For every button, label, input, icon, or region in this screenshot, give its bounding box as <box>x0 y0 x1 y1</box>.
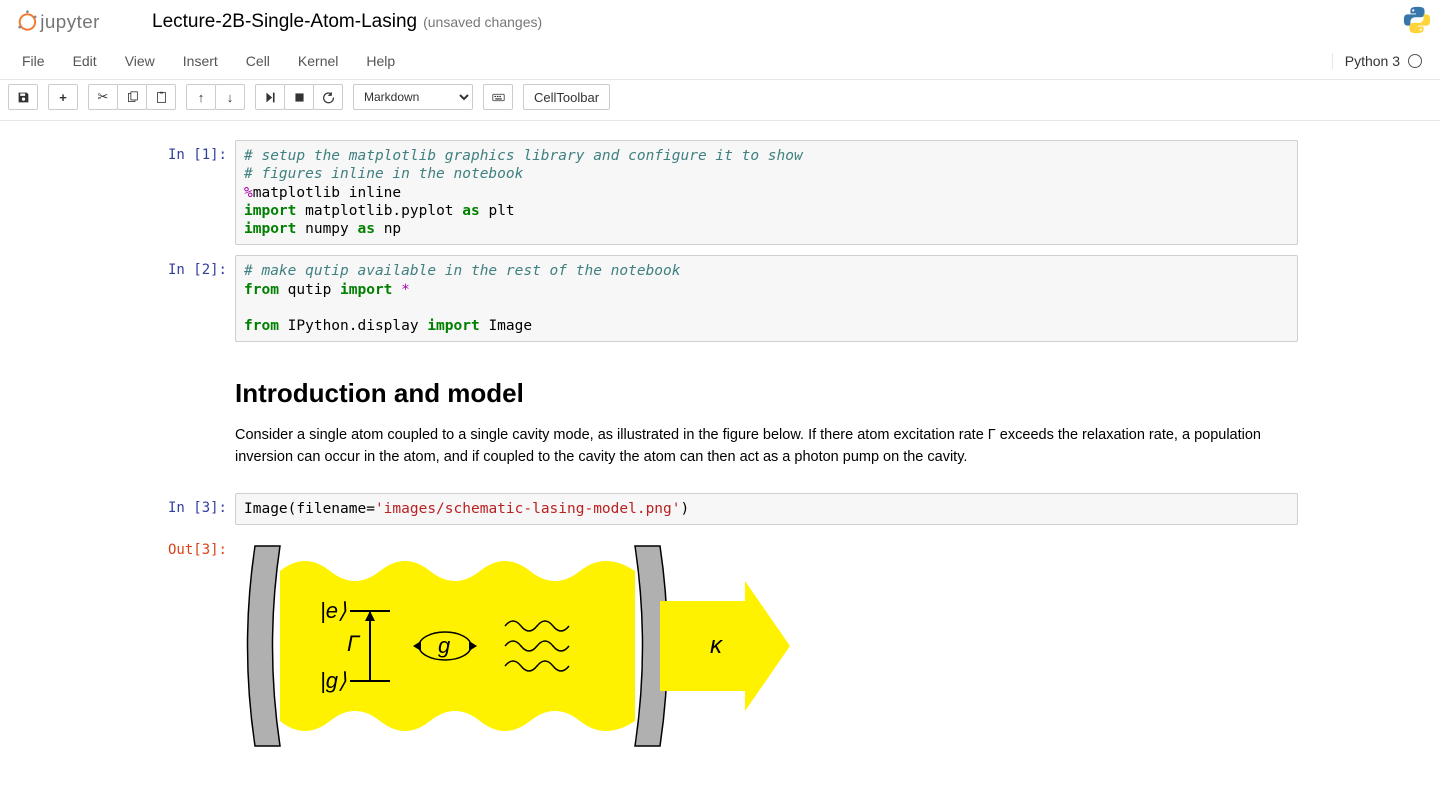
arrow-up-icon: ↑ <box>198 90 205 105</box>
menu-help[interactable]: Help <box>352 43 409 79</box>
svg-text:Γ: Γ <box>347 631 361 656</box>
menubar: File Edit View Insert Cell Kernel Help P… <box>0 43 1440 80</box>
scissors-icon: ✂ <box>98 89 109 105</box>
code-token: # figures inline in the notebook <box>244 166 523 182</box>
code-token: import <box>244 203 296 219</box>
header-row: jupyter Lecture-2B-Single-Atom-Lasing (u… <box>0 0 1440 43</box>
notebook-title[interactable]: Lecture-2B-Single-Atom-Lasing <box>152 11 417 33</box>
code-token: import <box>244 221 296 237</box>
code-token: from <box>244 318 279 334</box>
section-heading: Introduction and model <box>235 378 1298 409</box>
code-input[interactable]: Image(filename='images/schematic-lasing-… <box>235 493 1298 525</box>
run-button[interactable] <box>255 84 285 110</box>
empty-prompt <box>130 352 235 483</box>
menu-file[interactable]: File <box>8 43 59 79</box>
svg-text:κ: κ <box>710 632 724 659</box>
code-token: import <box>340 282 392 298</box>
code-token: # make qutip available in the rest of th… <box>244 263 681 279</box>
code-token: matplotlib.pyplot <box>296 203 462 219</box>
paste-button[interactable] <box>146 84 176 110</box>
kernel-status-icon <box>1408 54 1422 68</box>
menu-insert[interactable]: Insert <box>169 43 232 79</box>
code-token: as <box>358 221 375 237</box>
menu-kernel[interactable]: Kernel <box>284 43 352 79</box>
code-input[interactable]: # make qutip available in the rest of th… <box>235 255 1298 342</box>
menu-edit[interactable]: Edit <box>59 43 111 79</box>
code-token: ) <box>681 501 690 517</box>
code-token: Image(filename= <box>244 501 375 517</box>
svg-text:g: g <box>438 633 451 658</box>
restart-icon <box>322 91 335 104</box>
stop-icon <box>293 91 306 104</box>
paste-icon <box>155 91 168 104</box>
kernel-indicator: Python 3 <box>1332 53 1432 69</box>
output-cell: Out[3]: <box>130 532 1310 754</box>
code-token: % <box>244 185 253 201</box>
input-prompt: In [2]: <box>130 255 235 342</box>
keyboard-icon <box>492 91 505 104</box>
step-forward-icon <box>264 91 277 104</box>
toolbar: + ✂ ↑ ↓ <box>0 80 1440 120</box>
notebook-status: (unsaved changes) <box>423 14 542 30</box>
notebook-container: In [1]: # setup the matplotlib graphics … <box>0 121 1440 798</box>
copy-button[interactable] <box>117 84 147 110</box>
code-cell[interactable]: In [2]: # make qutip available in the re… <box>130 252 1310 345</box>
celltype-select[interactable]: Markdown <box>353 84 473 110</box>
code-token: from <box>244 282 279 298</box>
move-down-button[interactable]: ↓ <box>215 84 245 110</box>
svg-text:jupyter: jupyter <box>39 11 100 32</box>
add-cell-button[interactable]: + <box>48 84 78 110</box>
code-input[interactable]: # setup the matplotlib graphics library … <box>235 140 1298 245</box>
save-button[interactable] <box>8 84 38 110</box>
menus: File Edit View Insert Cell Kernel Help <box>8 43 409 79</box>
code-cell[interactable]: In [3]: Image(filename='images/schematic… <box>130 490 1310 528</box>
command-palette-button[interactable] <box>483 84 513 110</box>
code-token: numpy <box>296 221 357 237</box>
code-token: 'images/schematic-lasing-model.png' <box>375 501 681 517</box>
celltoolbar-button[interactable]: CellToolbar <box>523 84 610 110</box>
code-cell[interactable]: In [1]: # setup the matplotlib graphics … <box>130 137 1310 248</box>
input-prompt: In [3]: <box>130 493 235 525</box>
code-token: import <box>427 318 479 334</box>
python-logo-icon <box>1402 5 1432 38</box>
menu-cell[interactable]: Cell <box>232 43 284 79</box>
markdown-cell[interactable]: Introduction and model Consider a single… <box>130 349 1310 486</box>
menu-view[interactable]: View <box>111 43 169 79</box>
input-prompt: In [1]: <box>130 140 235 245</box>
schematic-image: |e⟩ |g⟩ Γ g <box>235 541 1298 751</box>
code-token: plt <box>480 203 515 219</box>
jupyter-logo[interactable]: jupyter <box>18 8 138 36</box>
code-token: Image <box>480 318 532 334</box>
svg-text:|e⟩: |e⟩ <box>320 598 347 623</box>
code-token: matplotlib inline <box>253 185 401 201</box>
cut-button[interactable]: ✂ <box>88 84 118 110</box>
code-token: np <box>375 221 401 237</box>
kernel-name: Python 3 <box>1345 53 1400 69</box>
code-token: * <box>392 282 409 298</box>
svg-text:|g⟩: |g⟩ <box>320 668 347 693</box>
code-token: as <box>462 203 479 219</box>
code-token: # setup the matplotlib graphics library … <box>244 148 803 164</box>
code-token: IPython.display <box>279 318 427 334</box>
output-prompt: Out[3]: <box>130 535 235 751</box>
plus-icon: + <box>59 90 67 105</box>
copy-icon <box>126 91 139 104</box>
code-token: qutip <box>279 282 340 298</box>
arrow-down-icon: ↓ <box>227 90 234 105</box>
notebook: In [1]: # setup the matplotlib graphics … <box>130 121 1310 798</box>
restart-button[interactable] <box>313 84 343 110</box>
section-paragraph: Consider a single atom coupled to a sing… <box>235 425 1298 469</box>
app-header: jupyter Lecture-2B-Single-Atom-Lasing (u… <box>0 0 1440 121</box>
move-up-button[interactable]: ↑ <box>186 84 216 110</box>
interrupt-button[interactable] <box>284 84 314 110</box>
